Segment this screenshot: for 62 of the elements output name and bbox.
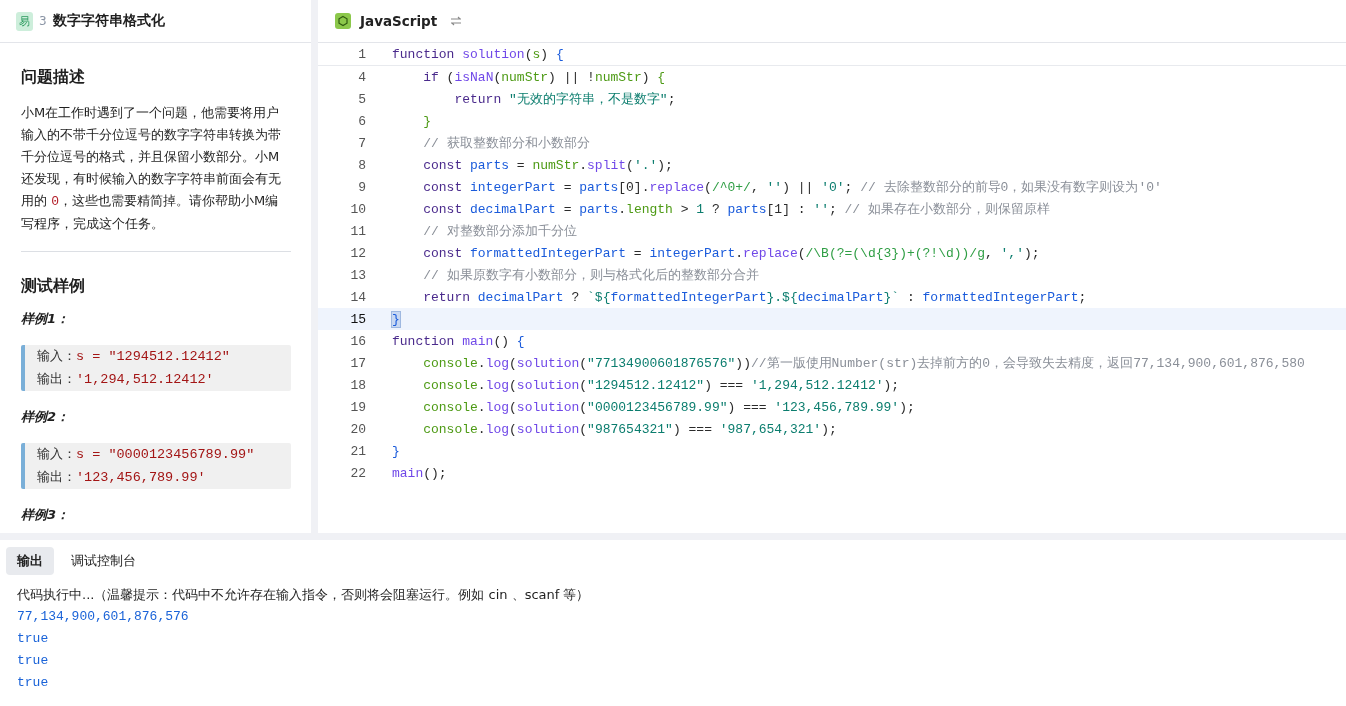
line-number: 7 <box>357 135 367 151</box>
line-number: 17 <box>349 355 367 371</box>
code-line: console.log(solution("987654321") === '987,654,321'); <box>422 421 837 437</box>
sample-line: 输出：'1,294,512.12412' <box>37 370 215 389</box>
code-line: function solution(s) { <box>392 46 564 62</box>
line-number: 8 <box>357 157 367 173</box>
code-line: console.log(solution("1294512.12412") === '1,294,512.12412'); <box>422 377 900 393</box>
sample-label: 样例3： <box>21 507 71 523</box>
line-number: 13 <box>349 267 367 283</box>
code-line: if (isNaN(numStr) || !numStr) { <box>422 69 666 85</box>
line-number: 1 <box>357 46 367 62</box>
line-number: 11 <box>349 223 367 239</box>
line-number: 12 <box>349 245 367 261</box>
code-line: // 如果原数字有小数部分，则与格式化后的整数部分合并 <box>422 267 759 284</box>
sample-line: 输出：'123,456,789.99' <box>37 468 207 487</box>
code-line: const integerPart = parts[0].replace(/^0+/, '') || '0'; // 去除整数部分的前导0，如果没有数字则设为'0' <box>422 179 1162 196</box>
line-number: 14 <box>349 289 367 305</box>
section-heading: 测试样例 <box>21 276 86 297</box>
sample-line: 输入：s = "1294512.12412" <box>37 347 231 366</box>
section-heading: 问题描述 <box>21 67 86 88</box>
console-tab[interactable]: 输出 <box>6 547 54 575</box>
code-line: const parts = numStr.split('.'); <box>422 157 673 173</box>
code-line: return decimalPart ? `${formattedIntegerPart}.${decimalPart}` : formattedIntegerPart; <box>422 289 1087 305</box>
line-number: 22 <box>349 465 367 481</box>
line-number: 5 <box>357 91 367 107</box>
language-icon <box>335 13 351 29</box>
code-line: const formattedIntegerPart = integerPart.replace(/\B(?=(\d{3})+(?!\d))/g, ','); <box>422 245 1040 261</box>
line-number: 9 <box>357 179 367 195</box>
line-number: 16 <box>349 333 367 349</box>
swap-icon[interactable] <box>450 16 463 26</box>
console-output-line: 77,134,900,601,876,576 <box>17 608 190 626</box>
sample-line: 输入：s = "0000123456789.99" <box>37 445 256 464</box>
code-line: console.log(solution("77134900601876576"))//第一版使用Number(str)去掉前方的0，会导致失去精度，返回77,134,900,601,876,580 <box>422 355 1305 372</box>
line-number: 6 <box>357 113 367 129</box>
line-number: 18 <box>349 377 367 393</box>
language-selector[interactable]: JavaScript <box>360 13 438 29</box>
console-output-line: true <box>17 674 50 692</box>
code-line: // 获取整数部分和小数部分 <box>422 135 590 152</box>
code-line: console.log(solution("0000123456789.99") === '123,456,789.99'); <box>422 399 915 415</box>
code-line: return "无效的字符串，不是数字"; <box>453 91 676 108</box>
line-number: 20 <box>349 421 367 437</box>
problem-title: 数字字符串格式化 <box>52 12 165 30</box>
sample-label: 样例2： <box>21 409 71 425</box>
code-line: const decimalPart = parts.length > 1 ? parts[1] : ''; // 如果存在小数部分，则保留原样 <box>422 201 1050 218</box>
line-number: 21 <box>349 443 367 459</box>
console-tab[interactable]: 调试控制台 <box>60 547 147 575</box>
code-line: } <box>422 113 431 129</box>
code-line: main(); <box>392 465 447 481</box>
line-number: 15 <box>349 311 367 327</box>
line-number: 4 <box>357 69 367 85</box>
line-number: 10 <box>349 201 367 217</box>
difficulty-badge: 易 <box>16 11 33 31</box>
console-output-line: true <box>17 652 50 670</box>
console-output-line: true <box>17 630 50 648</box>
code-line: } <box>392 443 400 459</box>
code-line: // 对整数部分添加千分位 <box>422 223 577 240</box>
code-line: function main() { <box>392 333 525 349</box>
sample-label: 样例1： <box>21 311 71 327</box>
problem-number: 3 <box>39 14 47 28</box>
description-paragraph: 小M在工作时遇到了一个问题，他需要将用户输入的不带千分位逗号的数字字符串转换为带千分位逗号的格式，并且保留小数部分。小M还发现，有时候输入的数字字符串前面会有无用的 0，这些也需要精简掉。请你帮助小M编写程序，完成这个任务。 <box>21 104 282 233</box>
line-number: 19 <box>349 399 367 415</box>
console-output-line: 代码执行中...（温馨提示：代码中不允许存在输入指令，否则将会阻塞运行。例如 cin 、scanf 等） <box>17 586 591 604</box>
